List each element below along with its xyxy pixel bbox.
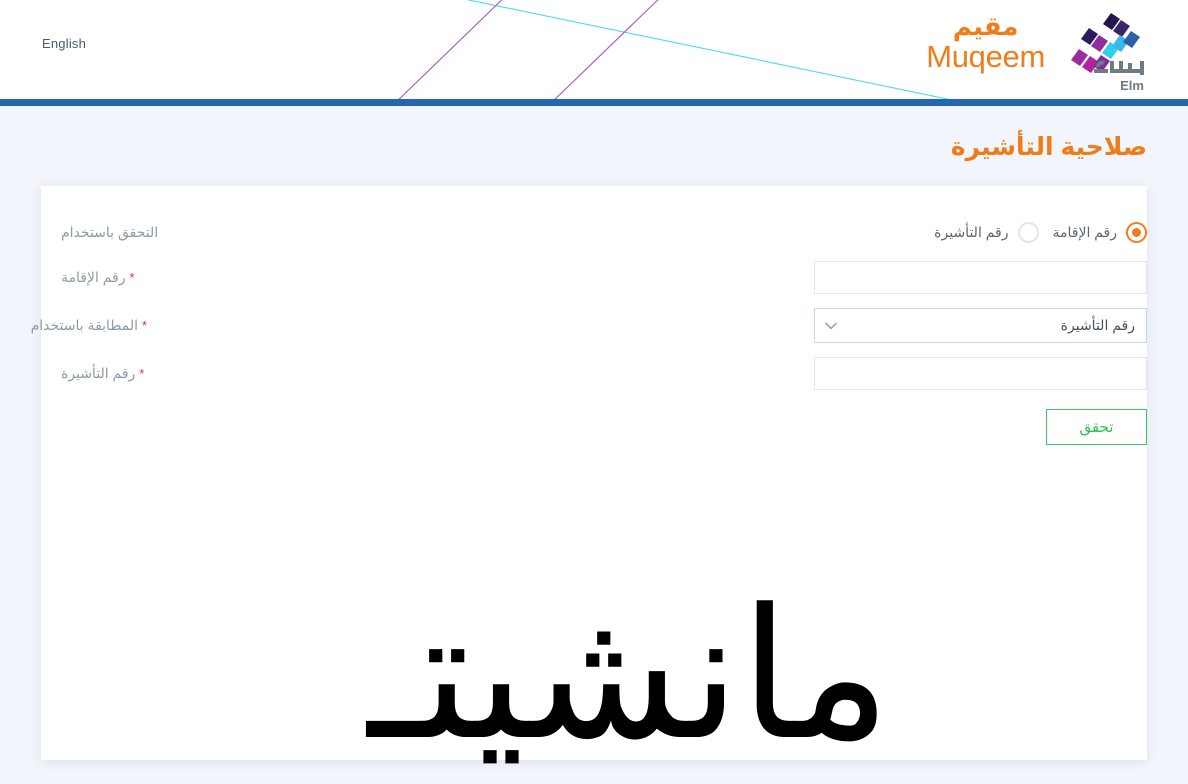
match-using-select[interactable]: رقم التأشيرة [814,308,1147,343]
radio-icon-unselected[interactable] [1017,221,1039,243]
required-asterisk: * [141,318,147,333]
muqeem-logo-arabic: مقيم [952,11,1019,41]
submit-control: تحقق [884,409,1147,445]
elm-logo-wordmark: Elm [1120,78,1144,93]
verify-button[interactable]: تحقق [1046,409,1147,445]
label-verify-method-text: التحقق باستخدام [61,223,159,240]
match-using-selected-value: رقم التأشيرة [1060,317,1135,333]
site-header: English مقيم Muqeem Elm [0,0,1188,99]
muqeem-logo-latin: Muqeem [926,39,1045,74]
match-using-control: رقم التأشيرة [814,308,1147,343]
page-title: صلاحية التأشيرة [950,133,1147,161]
label-match-using: * المطابقة باستخدام [11,317,150,334]
iqama-number-control [814,261,1147,294]
verify-method-radio-group: رقم الإقامة رقم التأشيرة [884,217,1147,247]
match-using-select-wrap: رقم التأشيرة [814,308,1147,343]
form-row-visa-number: * رقم التأشيرة [41,357,1147,390]
visa-number-input[interactable] [814,357,1147,390]
label-verify-method: التحقق باستخدام [41,224,220,241]
radio-label-visa-number: رقم التأشيرة [934,223,1009,240]
label-iqama-number-text: رقم الإقامة [61,269,126,285]
radio-option-iqama-number[interactable]: رقم الإقامة [1052,221,1147,243]
visa-number-control [814,357,1147,390]
label-visa-number-text: رقم التأشيرة [61,365,136,381]
form-row-match-using: رقم التأشيرة * المطابقة باستخدام [31,308,1147,343]
radio-icon-selected[interactable] [1126,221,1147,243]
verify-method-control: رقم الإقامة رقم التأشيرة [884,217,1147,247]
label-iqama-number: * رقم الإقامة [41,269,150,286]
iqama-number-input[interactable] [814,261,1147,294]
label-match-using-text: المطابقة باستخدام [30,317,139,333]
radio-label-iqama-number: رقم الإقامة [1052,223,1118,240]
label-visa-number: * رقم التأشيرة [41,365,150,382]
muqeem-logo[interactable]: مقيم Muqeem [926,13,1045,72]
header-accent-bar [0,99,1188,106]
required-asterisk: * [129,270,135,285]
watermark-headline: مانشيتـ [367,571,891,780]
form-row-verify-method: رقم الإقامة رقم التأشيرة التحقق باستخدام [41,217,1147,247]
visa-validity-card: رقم الإقامة رقم التأشيرة التحقق باستخدام… [31,186,1147,766]
form-row-submit: تحقق [41,409,1147,445]
required-asterisk: * [139,366,145,381]
form-row-iqama-number: * رقم الإقامة [41,261,1147,294]
visa-validity-form: رقم الإقامة رقم التأشيرة التحقق باستخدام… [31,186,1147,445]
elm-logo[interactable]: Elm [1064,11,1160,95]
brand-lockup: مقيم Muqeem Elm [0,0,1188,99]
radio-option-visa-number[interactable]: رقم التأشيرة [934,221,1039,243]
